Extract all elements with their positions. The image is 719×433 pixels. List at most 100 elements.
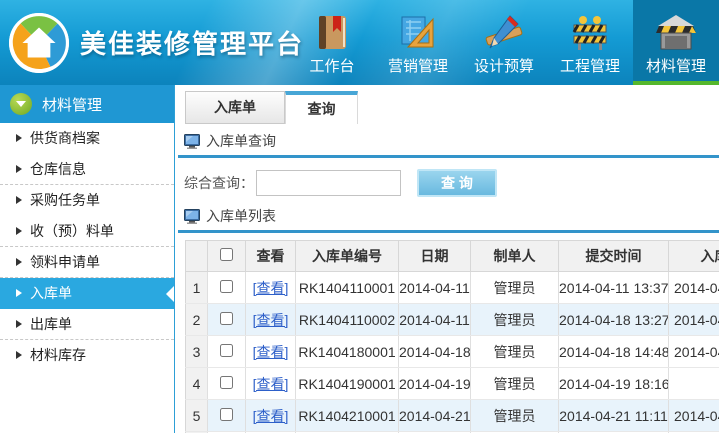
nav-item-workbench[interactable]: 工作台 <box>289 0 375 85</box>
row-checkbox[interactable] <box>220 408 233 421</box>
tab-label: 入库单 <box>214 99 256 115</box>
table-row: 1 [查看] RK1404110001 2014-04-11 管理员 2014-… <box>186 272 719 304</box>
row-stock-time: 2014-04 <box>669 272 719 304</box>
tab-bar: 入库单 查询 <box>176 85 719 124</box>
query-label: 综合查询： <box>184 173 254 193</box>
sidebar-menu-item[interactable]: 采购任务单 <box>0 185 174 216</box>
sidebar-menu: 供货商档案 仓库信息 采购任务单 收（预）料单 领料申请单 入库单 出库单 <box>0 123 174 371</box>
row-code: RK1404110002 <box>296 304 399 336</box>
row-view-cell: [查看] <box>246 304 296 336</box>
row-number: 3 <box>186 336 208 368</box>
collapse-circle-icon[interactable] <box>10 93 32 115</box>
row-number: 1 <box>186 272 208 304</box>
table-row: 3 [查看] RK1404180001 2014-04-18 管理员 2014-… <box>186 336 719 368</box>
row-submit-time: 2014-04-11 13:37 <box>559 272 669 304</box>
sidebar-menu-item[interactable]: 领料申请单 <box>0 247 174 278</box>
row-submit-time: 2014-04-21 11:11 <box>559 400 669 432</box>
sidebar-item-label: 材料库存 <box>30 347 86 363</box>
row-creator: 管理员 <box>471 272 559 304</box>
row-submit-time: 2014-04-18 14:48 <box>559 336 669 368</box>
sidebar-item-label: 出库单 <box>30 316 72 332</box>
row-checkbox[interactable] <box>220 376 233 389</box>
row-view-cell: [查看] <box>246 336 296 368</box>
row-date: 2014-04-18 <box>399 336 471 368</box>
sidebar-header[interactable]: 材料管理 <box>0 85 174 123</box>
row-code: RK1404110001 <box>296 272 399 304</box>
nav-label: 工作台 <box>309 55 354 76</box>
sidebar-menu-item[interactable]: 入库单 <box>0 278 174 309</box>
view-link[interactable]: [查看] <box>253 408 289 424</box>
row-checkbox[interactable] <box>220 344 233 357</box>
construction-barrier-icon <box>570 12 610 52</box>
top-banner: 美佳装修管理平台 工作台 营销管理 <box>0 0 719 85</box>
row-checkbox[interactable] <box>220 312 233 325</box>
table-header-row: 查看 入库单编号 日期 制单人 提交时间 入库时间 <box>186 241 719 272</box>
header-date: 日期 <box>399 241 471 272</box>
sidebar-item-label: 入库单 <box>30 285 72 301</box>
nav-item-design-budget[interactable]: 设计预算 <box>461 0 547 85</box>
sidebar-menu-item[interactable]: 收（预）料单 <box>0 216 174 247</box>
header-creator: 制单人 <box>471 241 559 272</box>
query-input[interactable] <box>256 170 401 196</box>
section-title: 入库单列表 <box>206 206 276 226</box>
storage-list-table: 查看 入库单编号 日期 制单人 提交时间 入库时间 1 [查看] RK14041… <box>185 240 719 433</box>
query-form: 综合查询： 查 询 <box>184 169 719 197</box>
row-stock-time: 2014-04 <box>669 304 719 336</box>
view-link[interactable]: [查看] <box>253 280 289 296</box>
row-date: 2014-04-11 <box>399 272 471 304</box>
list-section-header: 入库单列表 <box>178 206 719 233</box>
sidebar-menu-item[interactable]: 材料库存 <box>0 340 174 371</box>
sidebar-menu-item[interactable]: 出库单 <box>0 309 174 340</box>
row-view-cell: [查看] <box>246 368 296 400</box>
row-date: 2014-04-19 <box>399 368 471 400</box>
app-title: 美佳装修管理平台 <box>80 24 304 61</box>
select-all-checkbox[interactable] <box>220 248 233 261</box>
view-link[interactable]: [查看] <box>253 312 289 328</box>
sidebar-item-label: 领料申请单 <box>30 254 100 270</box>
sidebar-menu-item[interactable]: 供货商档案 <box>0 123 174 154</box>
row-stock-time <box>669 368 719 400</box>
row-checkbox[interactable] <box>220 280 233 293</box>
warehouse-icon <box>656 12 696 52</box>
app-logo-icon <box>8 12 70 74</box>
row-stock-time: 2014-04 <box>669 400 719 432</box>
header-row-number <box>186 241 208 272</box>
view-link[interactable]: [查看] <box>253 376 289 392</box>
tab-label: 查询 <box>308 101 336 117</box>
tab-query[interactable]: 查询 <box>285 91 358 124</box>
row-select-cell <box>208 304 246 336</box>
sidebar-item-label: 采购任务单 <box>30 192 100 208</box>
header-code: 入库单编号 <box>296 241 399 272</box>
nav-label: 设计预算 <box>474 55 534 76</box>
blueprint-ruler-icon <box>398 12 438 52</box>
header-stock-time: 入库时间 <box>669 241 719 272</box>
sidebar: 材料管理 供货商档案 仓库信息 采购任务单 收（预）料单 领料申请单 入库单 <box>0 85 175 433</box>
monitor-icon <box>184 134 200 149</box>
row-creator: 管理员 <box>471 400 559 432</box>
row-creator: 管理员 <box>471 368 559 400</box>
query-button[interactable]: 查 询 <box>417 169 497 197</box>
row-select-cell <box>208 400 246 432</box>
nav-item-project[interactable]: 工程管理 <box>547 0 633 85</box>
sidebar-menu-item[interactable]: 仓库信息 <box>0 154 174 185</box>
row-stock-time: 2014-04 <box>669 336 719 368</box>
book-icon <box>312 12 352 52</box>
nav-item-material[interactable]: 材料管理 <box>633 0 719 85</box>
row-code: RK1404210001 <box>296 400 399 432</box>
storage-list-table-wrap: 查看 入库单编号 日期 制单人 提交时间 入库时间 1 [查看] RK14041… <box>185 240 719 433</box>
tab-storage-form[interactable]: 入库单 <box>185 91 285 124</box>
table-row: 2 [查看] RK1404110002 2014-04-11 管理员 2014-… <box>186 304 719 336</box>
row-submit-time: 2014-04-19 18:16 <box>559 368 669 400</box>
table-row: 4 [查看] RK1404190001 2014-04-19 管理员 2014-… <box>186 368 719 400</box>
row-view-cell: [查看] <box>246 400 296 432</box>
monitor-icon <box>184 209 200 224</box>
sidebar-item-label: 供货商档案 <box>30 130 100 146</box>
view-link[interactable]: [查看] <box>253 344 289 360</box>
query-section-header: 入库单查询 <box>178 131 719 158</box>
nav-item-marketing[interactable]: 营销管理 <box>375 0 461 85</box>
section-title: 入库单查询 <box>206 131 276 151</box>
nav-label: 工程管理 <box>560 55 620 76</box>
row-view-cell: [查看] <box>246 272 296 304</box>
header-view: 查看 <box>246 241 296 272</box>
row-code: RK1404180001 <box>296 336 399 368</box>
